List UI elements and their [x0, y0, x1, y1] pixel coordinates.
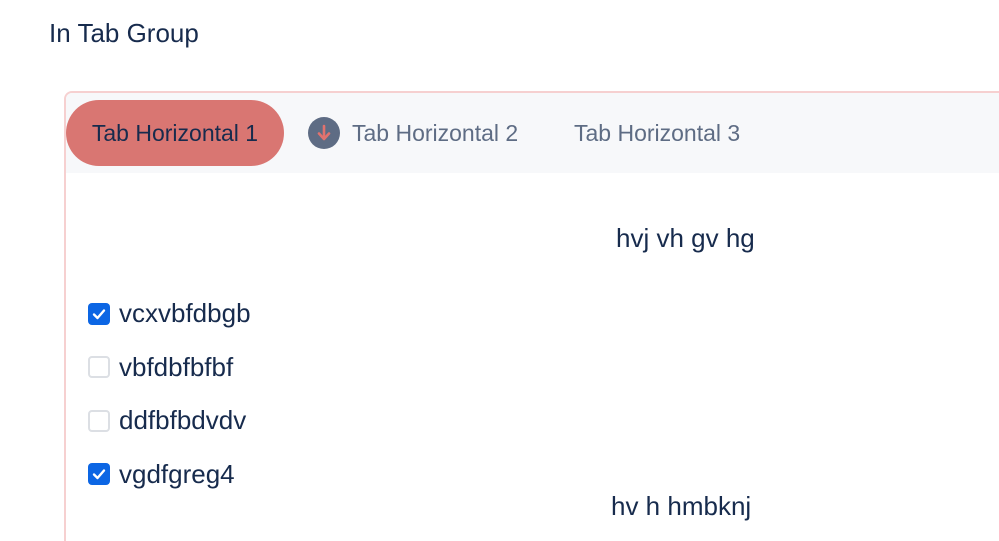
checkbox-label: ddfbfbdvdv — [119, 405, 247, 436]
checkbox-item[interactable]: vbfdbfbfbf — [88, 341, 251, 395]
checkbox-label: vcxvbfdbgb — [119, 298, 251, 329]
tab-content-top-text: hvj vh gv hg — [616, 223, 755, 253]
checkbox-item[interactable]: vgdfgreg4 — [88, 448, 251, 502]
tab-content-bottom-text: hv h hmbknj — [611, 491, 752, 521]
checkbox-label: vgdfgreg4 — [119, 458, 235, 489]
section-title: In Tab Group — [49, 18, 199, 48]
checkbox-list: vcxvbfdbgb vbfdbfbfbf ddfbfbdvdv vgdfgre… — [88, 287, 251, 501]
checkbox-item[interactable]: vcxvbfdbgb — [88, 287, 251, 341]
checkbox-checked-icon[interactable] — [88, 463, 110, 486]
tab-horizontal-1[interactable]: Tab Horizontal 1 — [66, 100, 284, 166]
checkbox-label: vbfdbfbfbf — [119, 351, 234, 382]
checkbox-unchecked-icon[interactable] — [88, 356, 110, 379]
checkbox-item[interactable]: ddfbfbdvdv — [88, 394, 251, 448]
tab-label: Tab Horizontal 2 — [352, 119, 519, 146]
checkbox-unchecked-icon[interactable] — [88, 409, 110, 432]
tab-horizontal-2[interactable]: Tab Horizontal 2 — [308, 100, 518, 166]
arrow-down-circle-icon — [308, 117, 340, 149]
page: In Tab Group Tab Horizontal 1 Tab Horizo… — [0, 0, 999, 541]
tab-label: Tab Horizontal 3 — [574, 119, 741, 146]
checkbox-checked-icon[interactable] — [88, 302, 110, 325]
tab-group-card: Tab Horizontal 1 Tab Horizontal 2 Tab Ho… — [64, 91, 999, 541]
tab-label: Tab Horizontal 1 — [91, 119, 259, 146]
tab-bar: Tab Horizontal 1 Tab Horizontal 2 Tab Ho… — [66, 93, 999, 173]
tab-horizontal-3[interactable]: Tab Horizontal 3 — [574, 100, 740, 166]
